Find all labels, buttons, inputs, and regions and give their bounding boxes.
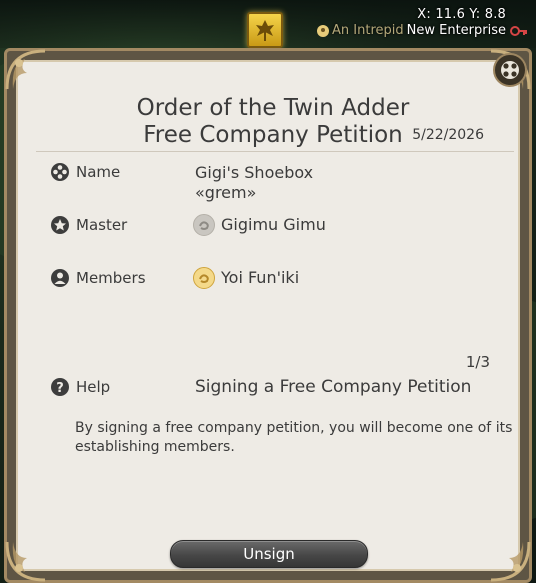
- name-label: Name: [76, 163, 121, 181]
- close-button[interactable]: [493, 53, 527, 87]
- help-label: Help: [76, 378, 111, 396]
- unsign-button[interactable]: Unsign: [170, 540, 368, 568]
- svg-text:?: ?: [56, 381, 64, 396]
- location-name: New Enterprise: [406, 23, 506, 38]
- divider: [36, 151, 514, 152]
- company-tag: «grem»: [195, 183, 257, 202]
- help-icon: ?: [50, 377, 70, 397]
- help-title: Signing a Free Company Petition: [195, 377, 472, 397]
- members-icon: [50, 268, 70, 288]
- coordinates-readout: X: 11.6 Y: 8.8: [417, 7, 506, 22]
- members-row: Members: [50, 268, 146, 288]
- help-row: ? Help: [50, 377, 110, 397]
- free-company-crest-icon[interactable]: [247, 12, 283, 48]
- master-entry[interactable]: Gigimu Gimu: [193, 214, 326, 236]
- close-icon: [501, 61, 519, 79]
- master-label: Master: [76, 216, 128, 234]
- location-marker-icon: [317, 24, 330, 37]
- master-row: Master: [50, 215, 127, 235]
- master-name: Gigimu Gimu: [221, 215, 326, 234]
- company-name: Gigi's Shoebox: [195, 163, 314, 182]
- members-label: Members: [76, 269, 146, 287]
- member-entry[interactable]: Yoi Fun'iki: [193, 267, 299, 289]
- name-icon: [50, 162, 70, 182]
- master-icon: [50, 215, 70, 235]
- frame-ornament: [5, 541, 46, 582]
- title-line-1: Order of the Twin Adder: [136, 95, 410, 121]
- petition-window: Order of the Twin Adder Free Company Pet…: [4, 48, 532, 583]
- frame-ornament: [490, 541, 531, 582]
- frame-ornament: [5, 49, 46, 90]
- name-row: Name: [50, 162, 120, 182]
- petition-date: 5/22/2026: [412, 127, 484, 143]
- member-name: Yoi Fun'iki: [221, 268, 300, 287]
- location-prefix: An Intrepid: [332, 23, 404, 38]
- location-readout: An Intrepid New Enterprise: [317, 23, 506, 38]
- member-rank-icon: [193, 267, 215, 289]
- name-value-block: Gigi's Shoebox «grem»: [195, 163, 313, 203]
- key-icon[interactable]: [510, 24, 528, 38]
- petition-panel: Order of the Twin Adder Free Company Pet…: [16, 60, 520, 571]
- help-body: By signing a free company petition, you …: [75, 420, 513, 455]
- grand-company-rank-icon: [193, 214, 215, 236]
- page-counter: 1/3: [465, 353, 490, 371]
